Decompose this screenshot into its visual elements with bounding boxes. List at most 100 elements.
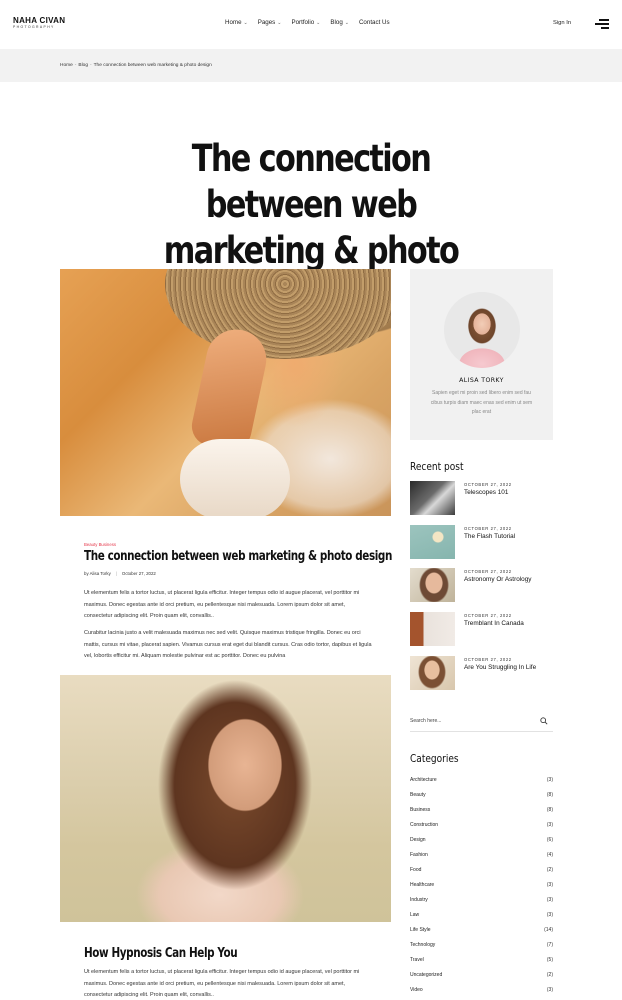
post-category[interactable]: Beauty Business bbox=[84, 542, 116, 547]
post-author[interactable]: by Alisa Torky bbox=[84, 571, 111, 576]
page-title-line1: The connection between web bbox=[191, 137, 432, 226]
post-paragraph: Ut elementum felis a tortor luctus, ut p… bbox=[84, 969, 360, 998]
meta-divider: | bbox=[115, 571, 117, 576]
sleeve-shape bbox=[180, 439, 290, 516]
nav-label: Contact Us bbox=[358, 19, 390, 26]
category-count: (5) bbox=[546, 957, 553, 963]
category-item[interactable]: Business (8) bbox=[410, 807, 553, 817]
nav-item-contact[interactable]: Contact Us bbox=[359, 19, 390, 26]
post-paragraph: Ut elementum felis a tortor luctus, ut p… bbox=[84, 590, 360, 619]
category-count: (14) bbox=[544, 927, 553, 933]
recent-post-item[interactable]: OCTOBER 27, 2022 The Flash Tutorial bbox=[410, 525, 553, 559]
nav-item-home[interactable]: Home ⌄ bbox=[225, 19, 248, 26]
breadcrumb-home[interactable]: Home bbox=[60, 63, 73, 68]
nav-item-pages[interactable]: Pages ⌄ bbox=[258, 19, 282, 26]
recent-post-date: OCTOBER 27, 2022 bbox=[464, 526, 512, 531]
category-count: (4) bbox=[546, 852, 553, 858]
nav-item-blog[interactable]: Blog ⌄ bbox=[330, 19, 349, 26]
author-name: ALISA TORKY bbox=[459, 377, 504, 384]
breadcrumb-bar: Home - Blog - The connection between web… bbox=[0, 49, 622, 82]
category-item[interactable]: Technology (7) bbox=[410, 942, 553, 952]
nav-label: Home bbox=[225, 19, 242, 26]
recent-post-date: OCTOBER 27, 2022 bbox=[464, 657, 512, 662]
recent-post-item[interactable]: OCTOBER 27, 2022 Are You Struggling In L… bbox=[410, 656, 553, 690]
category-count: (3) bbox=[546, 912, 553, 918]
category-item[interactable]: Design (6) bbox=[410, 837, 553, 847]
post-date: October 27, 2022 bbox=[121, 571, 156, 576]
author-avatar bbox=[444, 292, 520, 368]
category-count: (2) bbox=[546, 972, 553, 978]
recent-post-item[interactable]: OCTOBER 27, 2022 Telescopes 101 bbox=[410, 481, 553, 515]
category-count: (8) bbox=[546, 807, 553, 813]
chevron-down-icon: ⌄ bbox=[316, 19, 321, 26]
logo-text: NAHA CIVAN bbox=[13, 16, 66, 25]
recent-post-thumbnail bbox=[410, 656, 455, 690]
recent-post-thumbnail bbox=[410, 612, 455, 646]
nav-label: Pages bbox=[257, 19, 276, 26]
category-name: Law bbox=[410, 912, 420, 918]
category-name: Construction bbox=[410, 822, 439, 828]
site-header: NAHA CIVAN PHOTOGRAPHY Home ⌄ Pages ⌄ Po… bbox=[0, 0, 622, 48]
main-nav: Home ⌄ Pages ⌄ Portfolio ⌄ Blog ⌄ Contac… bbox=[225, 19, 390, 26]
nav-label: Blog bbox=[330, 19, 343, 26]
category-count: (3) bbox=[546, 897, 553, 903]
category-item[interactable]: Food (2) bbox=[410, 867, 553, 877]
category-item[interactable]: Uncategorized (2) bbox=[410, 972, 553, 982]
categories-heading: Categories bbox=[410, 752, 459, 765]
category-item[interactable]: Fashion (4) bbox=[410, 852, 553, 862]
category-item[interactable]: Industry (3) bbox=[410, 897, 553, 907]
post-title[interactable]: The connection between web marketing & p… bbox=[84, 549, 392, 564]
recent-post-title: Are You Struggling In Life bbox=[464, 664, 537, 671]
recent-post-title: Tremblant In Canada bbox=[464, 620, 524, 627]
category-item[interactable]: Architecture (3) bbox=[410, 777, 553, 787]
recent-post-thumbnail bbox=[410, 481, 455, 515]
category-name: Design bbox=[410, 837, 426, 843]
category-count: (8) bbox=[546, 792, 553, 798]
hamburger-icon[interactable] bbox=[595, 19, 609, 29]
recent-post-thumbnail bbox=[410, 525, 455, 559]
recent-posts-heading: Recent post bbox=[410, 460, 464, 473]
search-icon[interactable] bbox=[540, 717, 548, 725]
recent-post-item[interactable]: OCTOBER 27, 2022 Tremblant In Canada bbox=[410, 612, 553, 646]
category-item[interactable]: Travel (5) bbox=[410, 957, 553, 967]
nav-item-portfolio[interactable]: Portfolio ⌄ bbox=[291, 19, 320, 26]
category-name: Travel bbox=[410, 957, 424, 963]
category-item[interactable]: Beauty (8) bbox=[410, 792, 553, 802]
category-item[interactable]: Video (3) bbox=[410, 987, 553, 997]
category-count: (2) bbox=[546, 867, 553, 873]
post-featured-image[interactable] bbox=[60, 269, 391, 516]
category-item[interactable]: Healthcare (3) bbox=[410, 882, 553, 892]
breadcrumb: Home - Blog - The connection between web… bbox=[60, 63, 212, 68]
category-item[interactable]: Construction (3) bbox=[410, 822, 553, 832]
breadcrumb-current: The connection between web marketing & p… bbox=[93, 63, 212, 68]
post-paragraph: Curabitur lacinia justo a velit malesuad… bbox=[84, 630, 372, 659]
category-name: Fashion bbox=[410, 852, 428, 858]
category-name: Technology bbox=[410, 942, 436, 948]
recent-post-title: The Flash Tutorial bbox=[464, 533, 516, 540]
category-name: Uncategorized bbox=[410, 972, 443, 978]
logo-subtext: PHOTOGRAPHY bbox=[13, 25, 55, 29]
post-featured-image[interactable] bbox=[60, 675, 391, 922]
site-logo[interactable]: NAHA CIVAN PHOTOGRAPHY bbox=[13, 17, 65, 30]
category-count: (3) bbox=[546, 777, 553, 783]
chevron-down-icon: ⌄ bbox=[277, 19, 282, 26]
nav-label: Portfolio bbox=[291, 19, 315, 26]
recent-post-thumbnail bbox=[410, 568, 455, 602]
breadcrumb-blog[interactable]: Blog bbox=[78, 63, 88, 68]
sign-in-link[interactable]: Sign In bbox=[553, 20, 571, 26]
recent-post-date: OCTOBER 27, 2022 bbox=[464, 482, 512, 487]
category-name: Industry bbox=[410, 897, 428, 903]
category-item[interactable]: Law (3) bbox=[410, 912, 553, 922]
hand-shape bbox=[188, 324, 272, 454]
recent-post-title: Astronomy Or Astrology bbox=[464, 576, 532, 583]
recent-post-item[interactable]: OCTOBER 27, 2022 Astronomy Or Astrology bbox=[410, 568, 553, 602]
category-item[interactable]: Life Style (14) bbox=[410, 927, 553, 937]
post-meta: by Alisa Torky | October 27, 2022 bbox=[84, 571, 156, 576]
search-input[interactable] bbox=[410, 715, 530, 727]
breadcrumb-separator: - bbox=[90, 63, 92, 68]
post-title[interactable]: How Hypnosis Can Help You bbox=[84, 946, 238, 961]
category-name: Beauty bbox=[410, 792, 426, 798]
chevron-down-icon: ⌄ bbox=[243, 19, 248, 26]
category-name: Video bbox=[410, 987, 423, 993]
recent-post-title: Telescopes 101 bbox=[464, 489, 509, 496]
